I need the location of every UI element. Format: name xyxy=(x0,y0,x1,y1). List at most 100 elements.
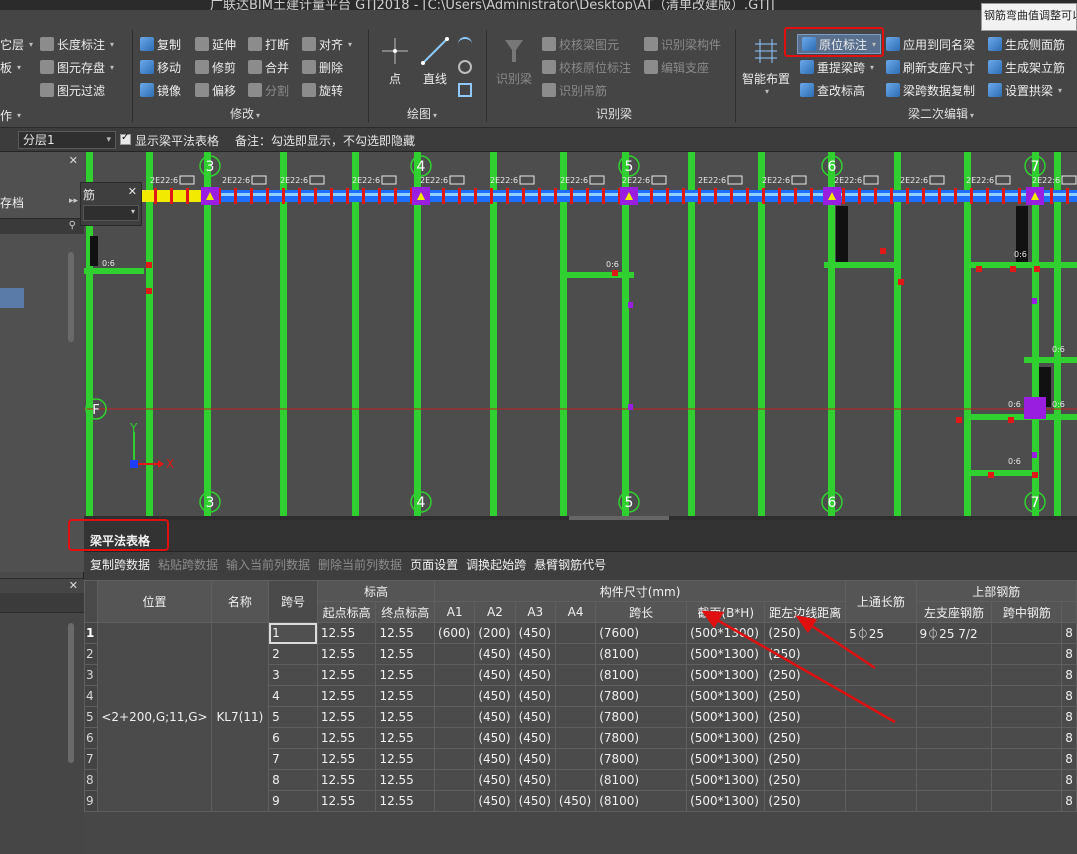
offset-button[interactable]: 偏移 xyxy=(195,80,236,100)
span-number-cell[interactable]: 4 xyxy=(268,685,318,707)
left-distance-cell[interactable]: (250) xyxy=(764,685,847,707)
mid-span-rebar-cell[interactable] xyxy=(991,769,1063,791)
overflow-cell[interactable]: 8 xyxy=(1061,685,1077,707)
start-elevation-cell[interactable]: 12.55 xyxy=(316,622,377,644)
a3-cell[interactable]: (450) xyxy=(514,727,556,749)
row-number-cell[interactable]: 1 xyxy=(84,622,99,644)
length-dimension-button[interactable]: 长度标注 ▾ xyxy=(40,34,114,54)
set-arch-beam-button[interactable]: 设置拱梁 ▾ xyxy=(988,80,1062,100)
position-cell[interactable]: <2+200,G;11,G> xyxy=(97,622,212,812)
a4-cell[interactable] xyxy=(554,727,597,749)
section-cell[interactable]: (500*1300) xyxy=(686,790,766,812)
a4-cell[interactable] xyxy=(554,643,597,665)
split-button[interactable]: 分割 xyxy=(248,80,289,100)
floating-tab-select[interactable]: ▾ xyxy=(83,205,139,221)
left-distance-cell[interactable]: (250) xyxy=(764,727,847,749)
span-number-cell[interactable]: 5 xyxy=(268,706,318,728)
a1-cell[interactable] xyxy=(434,685,476,707)
span-number-cell[interactable]: 3 xyxy=(268,664,318,686)
mirror-button[interactable]: 镜像 xyxy=(140,80,181,100)
end-elevation-cell[interactable]: 12.55 xyxy=(375,643,436,665)
show-beam-table-checkbox[interactable] xyxy=(120,132,131,145)
left-support-rebar-cell[interactable] xyxy=(915,664,993,686)
mid-span-rebar-cell[interactable] xyxy=(991,790,1063,812)
mid-span-rebar-cell[interactable] xyxy=(991,643,1063,665)
row-number-cell[interactable]: 3 xyxy=(84,664,99,686)
arc-button[interactable] xyxy=(458,34,472,54)
start-elevation-cell[interactable]: 12.55 xyxy=(316,664,377,686)
overflow-cell[interactable]: 8 xyxy=(1061,748,1077,770)
span-length-cell[interactable]: (8100) xyxy=(595,769,688,791)
overflow-cell[interactable]: 8 xyxy=(1061,727,1077,749)
a4-cell[interactable] xyxy=(554,685,597,707)
span-number-cell[interactable]: 7 xyxy=(268,748,318,770)
edit-elevation-button[interactable]: 查改标高 xyxy=(800,80,865,100)
left-bottom-scrollbar[interactable] xyxy=(68,623,74,763)
span-length-cell[interactable]: (7800) xyxy=(595,706,688,728)
mid-span-rebar-cell[interactable] xyxy=(991,727,1063,749)
a1-cell[interactable] xyxy=(434,727,476,749)
a1-cell[interactable] xyxy=(434,706,476,728)
a2-cell[interactable]: (450) xyxy=(474,727,516,749)
close-icon[interactable]: ✕ xyxy=(69,579,78,592)
top-long-rebar-cell[interactable] xyxy=(845,748,917,770)
left-support-rebar-cell[interactable] xyxy=(915,790,993,812)
a4-cell[interactable] xyxy=(554,706,597,728)
top-long-rebar-cell[interactable] xyxy=(845,685,917,707)
end-elevation-cell[interactable]: 12.55 xyxy=(375,727,436,749)
a2-cell[interactable]: (200) xyxy=(474,622,516,644)
check-inplace-annotation-button[interactable]: 校核原位标注 xyxy=(542,57,631,77)
table-row[interactable]: 1 <2+200,G;11,G> KL7(11) 1 12.55 12.55 (600) (2… xyxy=(84,622,1077,812)
smart-layout-button[interactable]: 智能布置 ▾ xyxy=(742,36,790,96)
overflow-cell[interactable]: 8 xyxy=(1061,769,1077,791)
left-scrollbar[interactable] xyxy=(68,252,74,342)
a2-cell[interactable]: (450) xyxy=(474,748,516,770)
copy-button[interactable]: 复制 xyxy=(140,34,181,54)
span-length-cell[interactable]: (7800) xyxy=(595,685,688,707)
a3-cell[interactable]: (450) xyxy=(514,685,556,707)
delete-button[interactable]: 删除 xyxy=(302,57,343,77)
section-cell[interactable]: (500*1300) xyxy=(686,727,766,749)
edit-support-button[interactable]: 编辑支座 xyxy=(644,57,709,77)
section-cell[interactable]: (500*1300) xyxy=(686,706,766,728)
left-distance-cell[interactable]: (250) xyxy=(764,790,847,812)
table-tool-0[interactable]: 复制跨数据 xyxy=(90,556,150,576)
section-cell[interactable]: (500*1300) xyxy=(686,622,766,644)
mid-span-rebar-cell[interactable] xyxy=(991,622,1063,644)
left-support-rebar-cell[interactable] xyxy=(915,769,993,791)
mid-span-rebar-cell[interactable] xyxy=(991,748,1063,770)
rectangle-button[interactable] xyxy=(458,80,472,100)
top-long-rebar-cell[interactable] xyxy=(845,727,917,749)
close-icon[interactable]: ✕ xyxy=(69,154,78,167)
double-chevron-right-icon[interactable]: ▸▸ xyxy=(69,196,78,206)
ribbon-layer-button[interactable]: 它层 ▾ xyxy=(0,34,33,54)
row-number-cell[interactable]: 8 xyxy=(84,769,99,791)
end-elevation-cell[interactable]: 12.55 xyxy=(375,706,436,728)
left-support-rebar-cell[interactable] xyxy=(915,727,993,749)
top-long-rebar-cell[interactable] xyxy=(845,643,917,665)
span-length-cell[interactable]: (7800) xyxy=(595,727,688,749)
beam-table-tab[interactable]: 梁平法表格 xyxy=(90,532,150,549)
refresh-support-size-button[interactable]: 刷新支座尺寸 xyxy=(886,57,975,77)
top-long-rebar-cell[interactable]: 5⏀25 xyxy=(845,622,917,644)
identify-hanger-button[interactable]: 识别吊筋 xyxy=(542,80,607,100)
trim-button[interactable]: 修剪 xyxy=(195,57,236,77)
a2-cell[interactable]: (450) xyxy=(474,769,516,791)
rotate-button[interactable]: 旋转 xyxy=(302,80,343,100)
span-number-cell[interactable]: 2 xyxy=(268,643,318,665)
end-elevation-cell[interactable]: 12.55 xyxy=(375,664,436,686)
start-elevation-cell[interactable]: 12.55 xyxy=(316,769,377,791)
re-extract-span-button[interactable]: 重提梁跨 ▾ xyxy=(800,57,874,77)
overflow-cell[interactable]: 8 xyxy=(1061,790,1077,812)
apply-same-name-beam-button[interactable]: 应用到同名梁 xyxy=(886,34,975,54)
a4-cell[interactable] xyxy=(554,622,597,644)
left-support-rebar-cell[interactable]: 9⏀25 7/2 xyxy=(915,622,993,644)
section-cell[interactable]: (500*1300) xyxy=(686,643,766,665)
mid-span-rebar-cell[interactable] xyxy=(991,706,1063,728)
ribbon-slab-button[interactable]: 板 ▾ xyxy=(0,57,21,77)
left-distance-cell[interactable]: (250) xyxy=(764,622,847,644)
span-length-cell[interactable]: (8100) xyxy=(595,643,688,665)
start-elevation-cell[interactable]: 12.55 xyxy=(316,727,377,749)
save-element-button[interactable]: 图元存盘 ▾ xyxy=(40,57,114,77)
start-elevation-cell[interactable]: 12.55 xyxy=(316,790,377,812)
